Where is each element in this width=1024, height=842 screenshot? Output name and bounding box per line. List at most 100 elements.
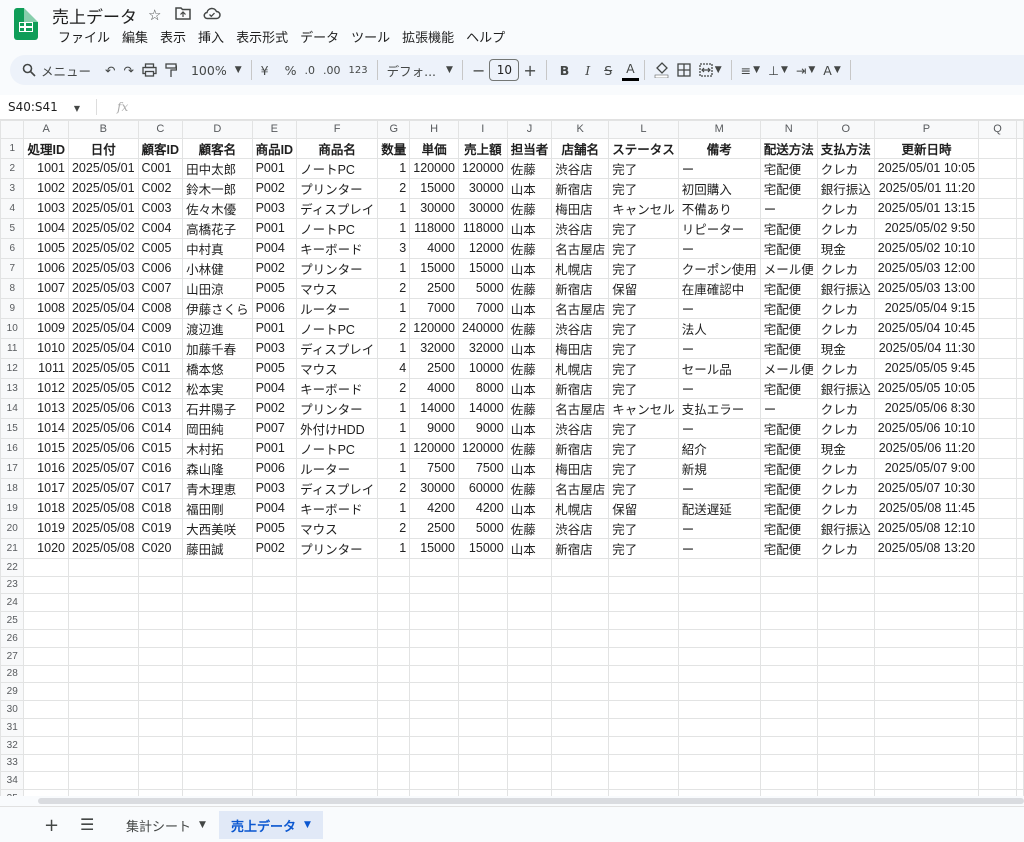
cell[interactable]: [608, 557, 679, 577]
cell[interactable]: 札幌店: [551, 257, 610, 279]
cell[interactable]: ー: [759, 397, 818, 419]
cell[interactable]: [296, 682, 379, 702]
cell[interactable]: [1016, 735, 1024, 755]
cell[interactable]: 商品名: [296, 137, 379, 159]
cell[interactable]: [551, 789, 610, 796]
cell[interactable]: [551, 735, 610, 755]
cell[interactable]: [816, 611, 875, 630]
cell[interactable]: ー: [677, 237, 761, 259]
cell[interactable]: [978, 537, 1017, 559]
cell[interactable]: 32000: [409, 337, 459, 359]
cell[interactable]: 新宿店: [551, 537, 610, 559]
cell[interactable]: [251, 682, 298, 702]
cell[interactable]: [551, 646, 610, 666]
row-header[interactable]: 21: [0, 537, 25, 559]
cell[interactable]: [1016, 557, 1024, 577]
cell[interactable]: [23, 789, 69, 796]
cell[interactable]: [457, 557, 508, 577]
cell[interactable]: [137, 771, 184, 791]
cell[interactable]: [816, 575, 875, 595]
cell[interactable]: 7000: [409, 297, 459, 319]
cell[interactable]: 10000: [457, 357, 508, 379]
folder-icon[interactable]: [175, 6, 191, 24]
cell[interactable]: [677, 771, 761, 791]
cell[interactable]: 2025/05/01: [67, 177, 139, 199]
currency-format-button[interactable]: ¥: [257, 57, 273, 83]
cell[interactable]: [251, 593, 298, 613]
cell[interactable]: 宅配便: [759, 537, 818, 559]
print-icon[interactable]: [138, 57, 161, 83]
cell[interactable]: 松本実: [182, 377, 253, 399]
cell[interactable]: [873, 700, 980, 719]
cell[interactable]: 大西美咲: [182, 517, 253, 539]
cell[interactable]: 2025/05/02 10:10: [873, 237, 980, 259]
cell[interactable]: 1012: [23, 377, 69, 399]
cell[interactable]: [67, 557, 139, 577]
cell[interactable]: 宅配便: [759, 457, 818, 479]
menu-insert[interactable]: 挿入: [192, 27, 230, 46]
row-header[interactable]: 18: [0, 477, 25, 499]
cell[interactable]: [873, 789, 980, 796]
cell[interactable]: 山本: [506, 217, 553, 239]
cell[interactable]: [251, 753, 298, 773]
cell[interactable]: [296, 789, 379, 796]
cell[interactable]: 保留: [608, 497, 679, 519]
cell[interactable]: [137, 664, 184, 684]
cell[interactable]: [677, 611, 761, 630]
cell[interactable]: 2025/05/07 10:30: [873, 477, 980, 499]
cell[interactable]: 渋谷店: [551, 157, 610, 179]
row-header[interactable]: 7: [0, 257, 25, 279]
column-header[interactable]: I: [457, 120, 508, 139]
cell[interactable]: [137, 628, 184, 648]
cell[interactable]: P004: [251, 497, 298, 519]
cell[interactable]: [377, 664, 411, 684]
cell[interactable]: 2025/05/06 10:10: [873, 417, 980, 439]
cell[interactable]: 1002: [23, 177, 69, 199]
cell[interactable]: [409, 611, 459, 630]
row-header[interactable]: 26: [0, 628, 25, 648]
cell[interactable]: [409, 557, 459, 577]
cloud-icon[interactable]: [203, 6, 221, 24]
cell[interactable]: [251, 611, 298, 630]
cell[interactable]: P003: [251, 197, 298, 219]
cell[interactable]: [23, 593, 69, 613]
row-header[interactable]: 30: [0, 700, 25, 719]
cell[interactable]: [978, 575, 1017, 595]
cell[interactable]: [251, 664, 298, 684]
cell[interactable]: [1016, 717, 1024, 737]
cell[interactable]: [182, 593, 253, 613]
cell[interactable]: [677, 700, 761, 719]
cell[interactable]: 1015: [23, 437, 69, 459]
cell[interactable]: ー: [759, 197, 818, 219]
cell[interactable]: C010: [137, 337, 184, 359]
cell[interactable]: [978, 337, 1017, 359]
cell[interactable]: C017: [137, 477, 184, 499]
cell[interactable]: 7500: [409, 457, 459, 479]
cell[interactable]: [1016, 771, 1024, 791]
cell[interactable]: P002: [251, 177, 298, 199]
row-header[interactable]: 12: [0, 357, 25, 379]
cell[interactable]: [1016, 477, 1024, 499]
cell[interactable]: 売上額: [457, 137, 508, 159]
cell[interactable]: キャンセル: [608, 197, 679, 219]
row-header[interactable]: 19: [0, 497, 25, 519]
cell[interactable]: 2025/05/01 13:15: [873, 197, 980, 219]
cell[interactable]: 新規: [677, 457, 761, 479]
cell[interactable]: 120000: [409, 437, 459, 459]
cell[interactable]: [67, 575, 139, 595]
cell[interactable]: [137, 700, 184, 719]
cell[interactable]: 1: [377, 397, 411, 419]
cell[interactable]: [409, 682, 459, 702]
cell[interactable]: 2025/05/01 10:05: [873, 157, 980, 179]
cell[interactable]: [978, 157, 1017, 179]
cell[interactable]: C003: [137, 197, 184, 219]
cell[interactable]: [1016, 397, 1024, 419]
column-header[interactable]: K: [551, 120, 610, 139]
cell[interactable]: 2025/05/06 11:20: [873, 437, 980, 459]
cell[interactable]: [551, 611, 610, 630]
cell[interactable]: [1016, 137, 1024, 159]
cell[interactable]: P005: [251, 357, 298, 379]
cell[interactable]: [1016, 664, 1024, 684]
column-header[interactable]: O: [816, 120, 875, 139]
cell[interactable]: [506, 717, 553, 737]
